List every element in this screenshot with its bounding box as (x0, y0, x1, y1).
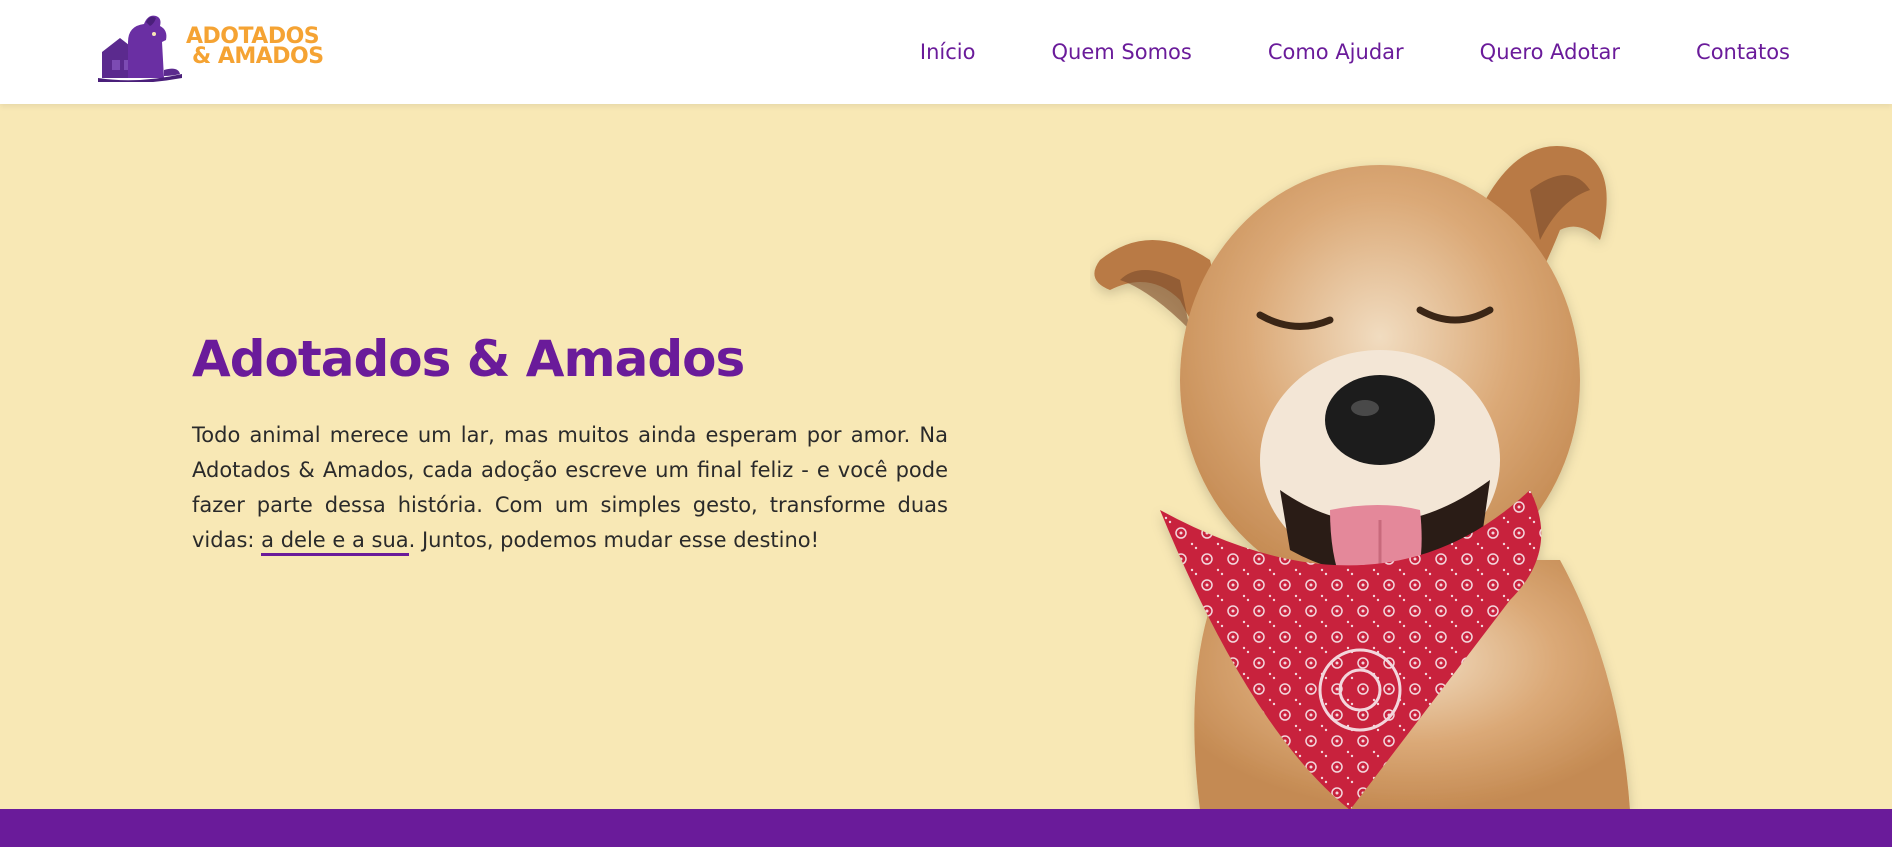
nav-item-quero-adotar[interactable]: Quero Adotar (1480, 40, 1620, 64)
nav-item-como-ajudar[interactable]: Como Ajudar (1268, 40, 1404, 64)
logo-line-2: & AMADOS (192, 44, 324, 69)
nav-item-inicio[interactable]: Início (920, 40, 976, 64)
main-nav: Início Quem Somos Como Ajudar Quero Adot… (920, 0, 1790, 104)
hero-title: Adotados & Amados (192, 330, 745, 388)
logo-wordmark: ADOTADOS & AMADOS (186, 26, 324, 69)
site-logo[interactable]: ADOTADOS & AMADOS (98, 12, 324, 82)
footer-bar (0, 809, 1892, 847)
site-header: ADOTADOS & AMADOS Início Quem Somos Como… (0, 0, 1892, 104)
hero-description: Todo animal merece um lar, mas muitos ai… (192, 418, 948, 558)
hero-text-highlight: a dele e a sua (261, 528, 409, 556)
dog-house-logo-icon (98, 15, 182, 82)
hero-dog-image (1094, 146, 1630, 810)
nav-item-quem-somos[interactable]: Quem Somos (1052, 40, 1192, 64)
hero-text-after: . Juntos, podemos mudar esse destino! (408, 528, 820, 552)
nav-item-contatos[interactable]: Contatos (1696, 40, 1790, 64)
